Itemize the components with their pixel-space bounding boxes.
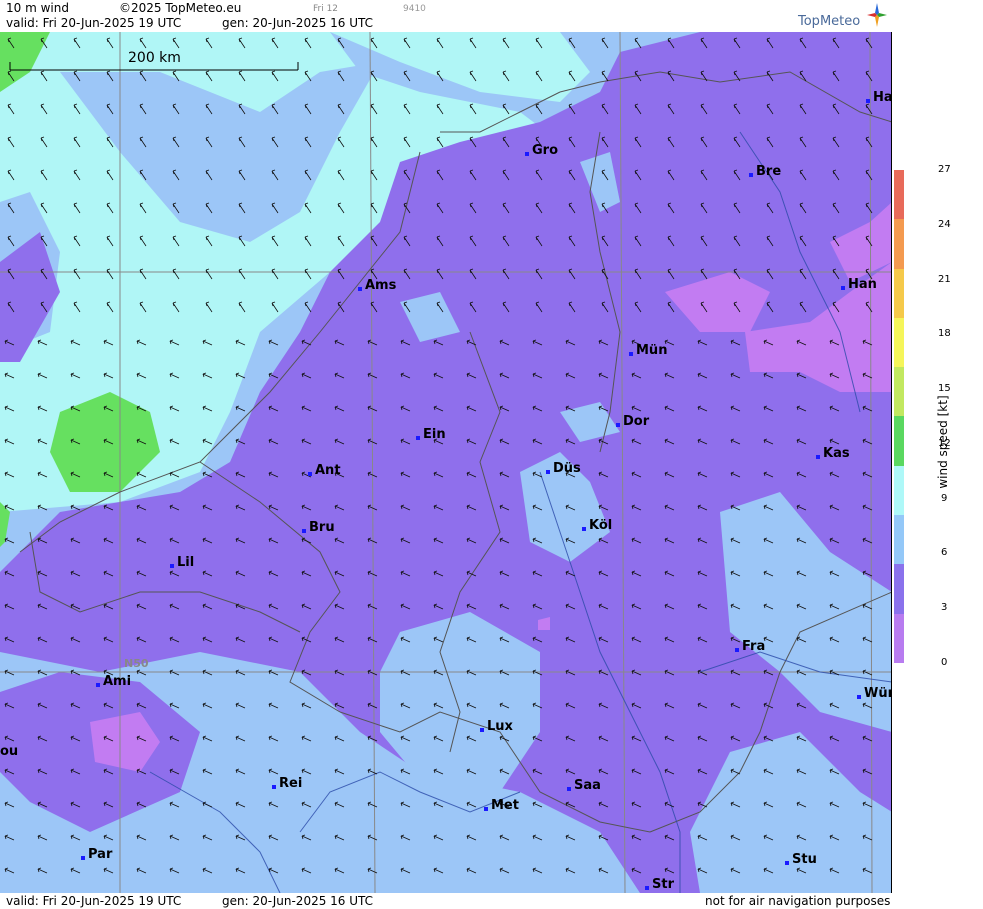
- city-label: Ami: [95, 674, 132, 689]
- scale-label: 200 km: [128, 50, 181, 66]
- legend-tick-label: 12: [938, 437, 951, 449]
- color-bar-segment: [894, 564, 904, 614]
- city-label: Rei: [271, 776, 303, 791]
- color-bar-segment: [894, 219, 904, 269]
- legend-tick-label: 27: [938, 164, 951, 175]
- city-label: Lil: [169, 555, 195, 570]
- legend-tick-label: 24: [938, 218, 951, 230]
- legend-tick-label: 21: [938, 273, 951, 285]
- small-label: Fri 12: [313, 4, 339, 14]
- legend-tick-label: 18: [938, 328, 951, 340]
- city-label: Par: [80, 847, 113, 862]
- compass-logo-icon: [867, 3, 887, 27]
- footer-gen-time: gen: 20-Jun-2025 16 UTC: [222, 894, 374, 908]
- color-bar-segment: [894, 268, 904, 318]
- city-label: Düs: [546, 461, 581, 476]
- gen-time: gen: 20-Jun-2025 16 UTC: [222, 16, 374, 30]
- map-header: 10 m wind ©2025 TopMeteo.eu Fri 12 9410 …: [0, 0, 892, 32]
- legend-tick-label: 15: [938, 383, 951, 395]
- city-label: ou: [0, 744, 19, 759]
- city-label: Han: [841, 277, 877, 292]
- city-label: Ant: [308, 463, 341, 478]
- wind-speed-legend: wind speed [kt] 27 24 21 18 15 12 9 6 3 0: [893, 0, 983, 909]
- legend-tick-label: 9: [941, 492, 948, 504]
- city-label: Fra: [734, 639, 766, 654]
- color-bar-segment: [894, 515, 904, 565]
- city-label: Köl: [581, 518, 613, 533]
- latitude-label: N50: [124, 657, 149, 670]
- brand-logo-text: TopMeteo: [798, 14, 861, 29]
- city-label: Stu: [785, 852, 817, 867]
- color-bar-segment: [894, 465, 904, 516]
- city-label: Dor: [615, 414, 650, 429]
- city-label: Kas: [816, 446, 850, 461]
- wind-field: [0, 32, 891, 893]
- color-bar-segment: [894, 613, 904, 663]
- city-label: Ein: [416, 427, 446, 442]
- wind-map: 200 km N50 Ha Gro Bre Ams Han Mün Ein Do…: [0, 32, 892, 893]
- city-label: Bru: [302, 520, 335, 535]
- city-label: Met: [484, 798, 519, 813]
- product-title: 10 m wind: [6, 1, 69, 15]
- color-bar-segment: [894, 170, 904, 220]
- legend-tick-label: 3: [941, 602, 948, 614]
- legend-tick-label: 6: [941, 547, 948, 559]
- color-bar-segment: [894, 416, 904, 466]
- city-label: Ha: [866, 90, 892, 105]
- city-label: Str: [645, 877, 674, 892]
- color-bar-segment: [894, 367, 904, 417]
- city-label: Wür: [856, 686, 891, 701]
- map-footer: valid: Fri 20-Jun-2025 19 UTC gen: 20-Ju…: [0, 893, 892, 909]
- city-label: Saa: [567, 778, 601, 793]
- color-bar-segment: [894, 317, 904, 368]
- small-code: 9410: [403, 4, 426, 14]
- city-label: Ams: [357, 278, 397, 293]
- valid-time: valid: Fri 20-Jun-2025 19 UTC: [6, 16, 182, 30]
- disclaimer: not for air navigation purposes: [705, 894, 891, 908]
- copyright: ©2025 TopMeteo.eu: [119, 1, 242, 15]
- city-label: Mün: [628, 343, 668, 358]
- color-bar: [894, 170, 904, 663]
- city-label: Lux: [480, 719, 513, 734]
- legend-tick-label: 0: [941, 657, 948, 668]
- city-label: Bre: [748, 164, 782, 179]
- city-label: Gro: [524, 143, 559, 158]
- footer-valid-time: valid: Fri 20-Jun-2025 19 UTC: [6, 894, 182, 908]
